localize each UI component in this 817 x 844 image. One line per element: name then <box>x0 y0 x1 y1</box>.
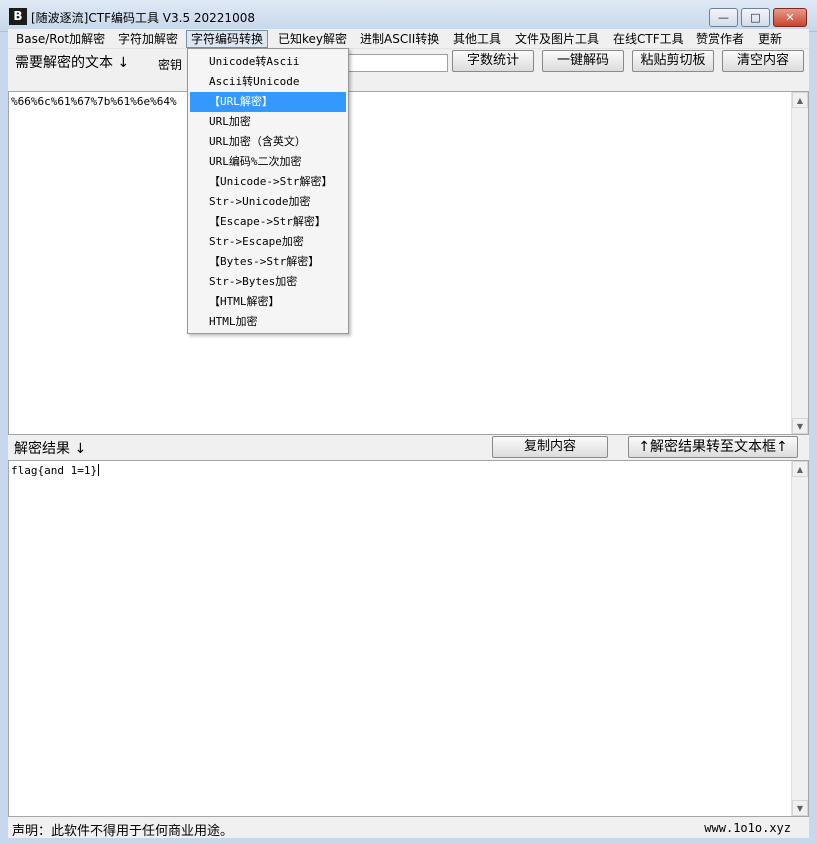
dropdown-item-unicode-to-ascii[interactable]: Unicode转Ascii <box>190 52 346 72</box>
output-scrollbar[interactable]: ▲ ▼ <box>791 461 808 816</box>
toolbar: 需要解密的文本 ↓ 密钥 字数统计 一键解码 粘贴剪切板 清空内容 <box>8 49 809 91</box>
dropdown-item-url-decode[interactable]: 【URL解密】 <box>190 92 346 112</box>
menu-online-ctf[interactable]: 在线CTF工具 <box>609 30 688 48</box>
dropdown-item-url-double-encode[interactable]: URL编码%二次加密 <box>190 152 346 172</box>
encoding-dropdown-menu: Unicode转Ascii Ascii转Unicode 【URL解密】 URL加… <box>187 48 349 334</box>
text-caret <box>98 464 100 476</box>
copy-content-button[interactable]: 复制内容 <box>492 436 608 458</box>
output-text: flag{and 1=1} <box>11 464 98 477</box>
one-click-decode-button[interactable]: 一键解码 <box>542 50 624 72</box>
transfer-result-button[interactable]: ↑解密结果转至文本框↑ <box>628 436 798 458</box>
input-scrollbar[interactable]: ▲ ▼ <box>791 92 808 434</box>
dropdown-item-url-encode[interactable]: URL加密 <box>190 112 346 132</box>
menu-other-tools[interactable]: 其他工具 <box>449 30 505 48</box>
dropdown-item-str-bytes-encode[interactable]: Str->Bytes加密 <box>190 272 346 292</box>
dropdown-item-str-unicode-encode[interactable]: Str->Unicode加密 <box>190 192 346 212</box>
menu-base-rot[interactable]: Base/Rot加解密 <box>12 30 109 48</box>
menu-file-image-tools[interactable]: 文件及图片工具 <box>511 30 603 48</box>
disclaimer-text: 声明：此软件不得用于任何商业用途。 <box>12 824 234 839</box>
window-frame-left <box>0 32 8 844</box>
scroll-up-icon[interactable]: ▲ <box>792 461 808 477</box>
output-text-line: flag{and 1=1} <box>11 464 100 477</box>
menu-known-key[interactable]: 已知key解密 <box>274 30 351 48</box>
input-text: %66%6c%61%67%7b%61%6e%64% <box>11 95 177 108</box>
status-bar: 声明：此软件不得用于任何商业用途。 www.1o1o.xyz <box>8 817 809 839</box>
scroll-up-icon[interactable]: ▲ <box>792 92 808 108</box>
dropdown-item-ascii-to-unicode[interactable]: Ascii转Unicode <box>190 72 346 92</box>
dropdown-item-str-escape-encode[interactable]: Str->Escape加密 <box>190 232 346 252</box>
window-title: [随波逐流]CTF编码工具 V3.5 20221008 <box>31 11 255 25</box>
dropdown-item-html-encode[interactable]: HTML加密 <box>190 312 346 332</box>
dropdown-item-unicode-str-decode[interactable]: 【Unicode->Str解密】 <box>190 172 346 192</box>
scroll-down-icon[interactable]: ▼ <box>792 800 808 816</box>
scroll-down-icon[interactable]: ▼ <box>792 418 808 434</box>
key-label: 密钥 <box>158 58 183 72</box>
menu-char-crypto[interactable]: 字符加解密 <box>114 30 182 48</box>
menu-bar: Base/Rot加解密 字符加解密 字符编码转换 已知key解密 进制ASCII… <box>8 29 809 49</box>
word-count-button[interactable]: 字数统计 <box>452 50 534 72</box>
menu-donate[interactable]: 赞赏作者 <box>692 30 748 48</box>
menu-update[interactable]: 更新 <box>754 30 786 48</box>
result-label: 解密结果 ↓ <box>14 441 87 457</box>
app-logo-icon: B <box>9 8 27 25</box>
maximize-button[interactable]: □ <box>741 8 770 27</box>
title-bar: B [随波逐流]CTF编码工具 V3.5 20221008 — □ ✕ <box>0 0 817 32</box>
window-frame-right <box>809 32 817 844</box>
close-button[interactable]: ✕ <box>773 8 807 27</box>
website-link[interactable]: www.1o1o.xyz <box>704 821 791 835</box>
menu-radix-ascii[interactable]: 进制ASCII转换 <box>356 30 443 48</box>
dropdown-item-escape-str-decode[interactable]: 【Escape->Str解密】 <box>190 212 346 232</box>
input-textarea[interactable]: %66%6c%61%67%7b%61%6e%64% ▲ ▼ <box>8 91 809 435</box>
output-textarea[interactable]: flag{and 1=1} ▲ ▼ <box>8 460 809 817</box>
input-label: 需要解密的文本 ↓ <box>15 55 130 71</box>
dropdown-item-html-decode[interactable]: 【HTML解密】 <box>190 292 346 312</box>
paste-clipboard-button[interactable]: 粘贴剪切板 <box>632 50 714 72</box>
dropdown-item-bytes-str-decode[interactable]: 【Bytes->Str解密】 <box>190 252 346 272</box>
dropdown-item-url-encode-english[interactable]: URL加密（含英文） <box>190 132 346 152</box>
result-bar: 解密结果 ↓ 复制内容 ↑解密结果转至文本框↑ <box>8 435 809 460</box>
menu-char-encoding[interactable]: 字符编码转换 <box>186 30 269 48</box>
clear-content-button[interactable]: 清空内容 <box>722 50 804 72</box>
minimize-button[interactable]: — <box>709 8 738 27</box>
